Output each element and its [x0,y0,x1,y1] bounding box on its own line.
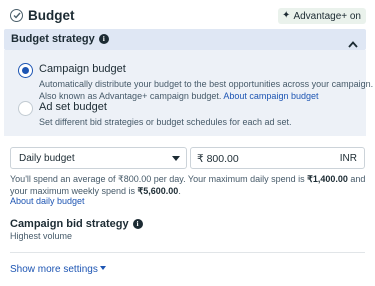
advantage-badge-label: Advantage+ on [293,10,361,22]
campaign-budget-description: Automatically distribute your budget to … [39,79,374,101]
bid-strategy-title: Campaign bid strategy i [10,218,143,230]
budget-amount-input[interactable]: ₹ 800.00 INR [190,147,365,169]
budget-strategy-header[interactable]: Budget strategy i [4,29,366,50]
currency-code: INR [339,153,357,164]
budget-section-header: Budget ✦ Advantage+ on [0,0,375,32]
budget-amount-value: ₹ 800.00 [197,153,239,165]
divider [10,252,365,253]
spend-estimate-note: You'll spend an average of ₹800.00 per d… [10,174,366,196]
about-campaign-budget-link[interactable]: About campaign budget [223,91,318,101]
campaign-budget-label: Campaign budget [39,63,126,75]
section-title: Budget [28,8,75,23]
max-daily-spend: ₹1,400.00 [307,174,348,184]
ad-set-budget-radio[interactable] [18,101,33,116]
ad-set-budget-label: Ad set budget [39,101,107,113]
sparkle-icon: ✦ [282,10,291,21]
budget-strategy-panel: Campaign budget Automatically distribute… [4,50,373,136]
info-icon[interactable]: i [132,219,143,229]
caret-down-icon [172,156,180,161]
ad-set-budget-option[interactable]: Ad set budget Set different bid strategi… [18,100,366,130]
bid-strategy-value: Highest volume [10,231,73,241]
ad-set-budget-description: Set different bid strategies or budget s… [39,117,292,127]
advantage-badge[interactable]: ✦ Advantage+ on [278,8,366,24]
info-icon[interactable]: i [98,34,109,44]
check-circle-icon [10,9,23,22]
budget-type-value: Daily budget [19,153,75,164]
budget-type-select[interactable]: Daily budget [10,147,187,169]
max-weekly-spend: ₹5,600.00 [137,185,179,196]
caret-down-icon [99,266,106,270]
budget-strategy-title: Budget strategy i [11,33,109,45]
campaign-budget-option[interactable]: Campaign budget Automatically distribute… [18,62,373,102]
campaign-budget-radio[interactable] [18,63,33,78]
show-more-settings-link[interactable]: Show more settings [10,264,106,275]
about-daily-budget-link[interactable]: About daily budget [10,196,85,206]
